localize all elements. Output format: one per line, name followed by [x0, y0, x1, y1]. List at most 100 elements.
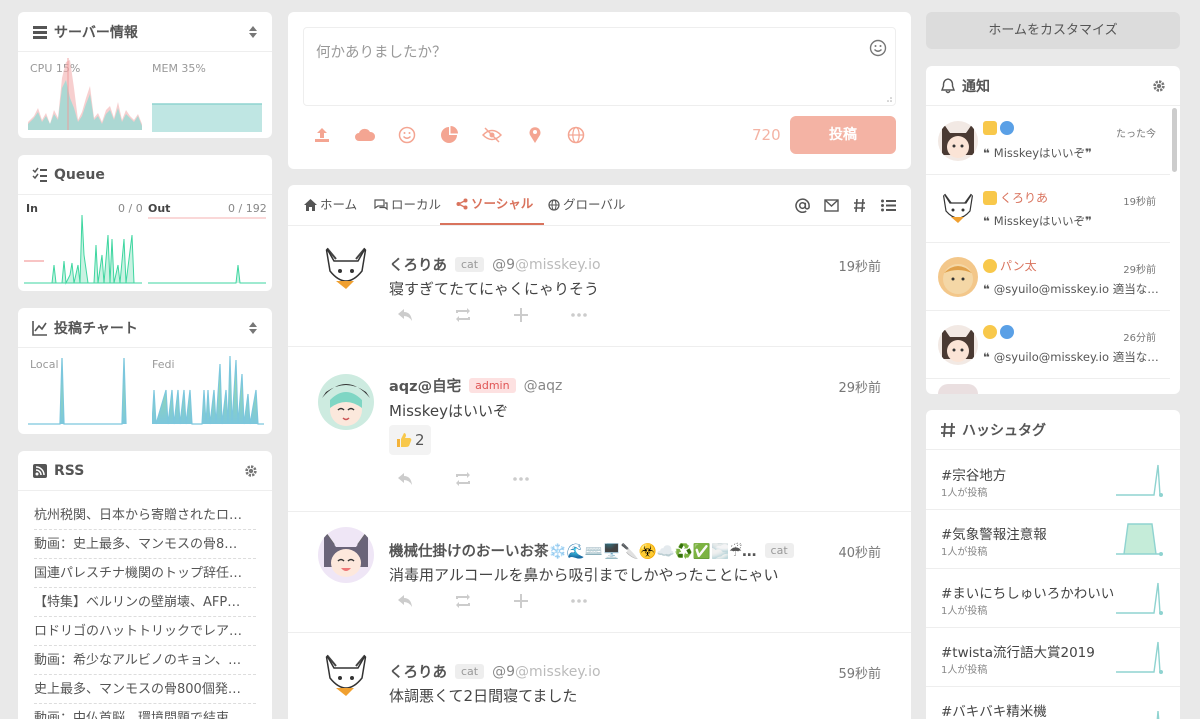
globe-icon[interactable] [567, 126, 585, 144]
hashtag-row[interactable]: #気象警報注意報 1人が投稿 [926, 510, 1180, 569]
avatar[interactable] [318, 374, 374, 430]
tab-local[interactable]: ローカル [374, 185, 441, 225]
hashtag-name[interactable]: #気象警報注意報 [941, 523, 1047, 543]
tab-label: グローバル [563, 197, 626, 212]
hashtag-row[interactable]: #まいにちしゅいろかわいい 1人が投稿 [926, 569, 1180, 628]
reply-icon[interactable] [396, 306, 414, 324]
envelope-icon[interactable] [824, 199, 839, 212]
notification-text: ❝ @syuilo@misskey.io 適当なR… [983, 282, 1165, 296]
hashtag-count: 1人が投稿 [941, 547, 988, 558]
note-username[interactable]: @9@misskey.io [492, 664, 600, 680]
note-author-name[interactable]: くろりあ [389, 661, 447, 682]
note[interactable]: 機械仕掛けのおーいお茶❄️🌊⌨️🖥️🔪☣️☁️♻️✅🌫️☔… cat 40秒前 … [288, 512, 911, 633]
note[interactable]: くろりあ cat @9@misskey.io 59秒前 体調悪くて2日間寝てまし… [288, 633, 911, 719]
note-username[interactable]: @aqz [524, 378, 563, 394]
notification-user[interactable]: くろりあ [1000, 189, 1048, 206]
widget-header: RSS [18, 451, 272, 491]
rss-item[interactable]: 動画：希少なアルビノのキョン、… [34, 646, 256, 675]
fedi-posts-chart [152, 355, 264, 425]
note-time[interactable]: 59秒前 [838, 663, 881, 682]
widget-header: ハッシュタグ [926, 410, 1180, 450]
notification-item[interactable]: パン太 29秒前 ❝ @syuilo@misskey.io 適当なR… [926, 243, 1170, 311]
renote-icon[interactable] [454, 470, 472, 488]
notification-user[interactable]: パン太 [1000, 257, 1037, 274]
mention-icon[interactable] [795, 198, 810, 213]
hashtag-row[interactable]: #twista流行語大賞2019 1人が投稿 [926, 628, 1180, 687]
rss-icon [33, 463, 47, 478]
note-time[interactable]: 29秒前 [838, 377, 881, 396]
hashtag-name[interactable]: #まいにちしゅいろかわいい [941, 582, 1114, 602]
notification-item[interactable]: くろりあ 19秒前 ❝ Misskeyはいいぞ❞ [926, 175, 1170, 243]
hashtag-row[interactable]: #バキバキ精米機 [926, 687, 1180, 719]
avatar[interactable] [938, 189, 978, 229]
more-icon[interactable] [570, 306, 588, 324]
hashtag-icon[interactable] [853, 198, 866, 213]
gear-icon[interactable] [1152, 79, 1166, 93]
hide-eye-icon[interactable] [482, 126, 502, 144]
customize-home-button[interactable]: ホームをカスタマイズ [926, 12, 1180, 49]
rss-item[interactable]: 杭州税関、日本から寄贈されたロ… [34, 501, 256, 530]
more-icon[interactable] [512, 470, 530, 488]
widget-header: 通知 [926, 66, 1180, 106]
rss-item[interactable]: 動画：中仏首脳、環境問題で結束… [34, 704, 256, 719]
hashtag-row[interactable]: #宗谷地方 1人が投稿 [926, 451, 1180, 510]
note[interactable]: aqz@自宅 admin @aqz 29秒前 Misskeyはいいぞ 2 [288, 347, 911, 512]
hashtag-sparkline [1156, 710, 1160, 719]
emoji-icon[interactable] [398, 126, 416, 144]
location-icon[interactable] [528, 126, 542, 144]
rss-item[interactable]: ロドリゴのハットトリックでレア… [34, 617, 256, 646]
notification-time: たった今 [1116, 129, 1156, 140]
sort-icon[interactable] [248, 321, 258, 335]
rss-item[interactable]: 動画：史上最多、マンモスの骨8… [34, 530, 256, 559]
note-author-name[interactable]: 機械仕掛けのおーいお茶❄️🌊⌨️🖥️🔪☣️☁️♻️✅🌫️☔… [389, 540, 757, 561]
reply-icon[interactable] [396, 592, 414, 610]
notification-item[interactable]: 26分前 ❝ @syuilo@misskey.io 適当なR… [926, 311, 1170, 379]
renote-icon[interactable] [454, 306, 472, 324]
post-textarea[interactable]: 何かありましたか？ [303, 27, 896, 106]
note-author-name[interactable]: くろりあ [389, 254, 447, 275]
post-button[interactable]: 投稿 [790, 116, 896, 154]
note-username[interactable]: @9@misskey.io [492, 257, 600, 273]
tab-label: ソーシャル [471, 196, 534, 211]
hashtag-name[interactable]: #宗谷地方 [941, 464, 1006, 484]
note-author-name[interactable]: aqz@自宅 [389, 375, 461, 396]
globe-icon [548, 199, 560, 211]
gear-icon[interactable] [244, 464, 258, 478]
timeline: ホーム ローカル ソーシャル グローバル くろりあ cat @9@misskey… [288, 185, 911, 719]
cloud-icon[interactable] [354, 126, 376, 144]
tab-home[interactable]: ホーム [304, 185, 357, 225]
note[interactable]: くろりあ cat @9@misskey.io 19秒前 寝すぎてたてにゃくにゃり… [288, 226, 911, 347]
share-icon [456, 198, 468, 210]
avatar[interactable] [318, 241, 374, 297]
notification-item[interactable]: たった今 ❝ Misskeyはいいぞ❞ [926, 107, 1170, 175]
rss-item[interactable]: 史上最多、マンモスの骨800個発… [34, 675, 256, 704]
sort-icon[interactable] [248, 25, 258, 39]
more-icon[interactable] [570, 592, 588, 610]
resize-handle-icon[interactable] [885, 95, 893, 103]
avatar[interactable] [318, 527, 374, 583]
cat-badge: cat [455, 257, 485, 272]
avatar[interactable] [318, 648, 374, 704]
note-time[interactable]: 40秒前 [838, 542, 881, 561]
avatar[interactable] [938, 121, 978, 161]
emoji-picker-icon[interactable] [869, 39, 887, 57]
tab-global[interactable]: グローバル [548, 185, 625, 225]
rss-item[interactable]: 【特集】ベルリンの壁崩壊、AFP… [34, 588, 256, 617]
note-actions [396, 306, 588, 324]
add-reaction-icon[interactable] [512, 592, 530, 610]
avatar[interactable] [938, 257, 978, 297]
add-reaction-icon[interactable] [512, 306, 530, 324]
renote-icon[interactable] [454, 592, 472, 610]
list-icon[interactable] [881, 199, 896, 212]
poll-icon[interactable] [440, 126, 458, 144]
hashtag-name[interactable]: #バキバキ精米機 [941, 700, 1047, 719]
hashtag-name[interactable]: #twista流行語大賞2019 [941, 641, 1095, 661]
upload-icon[interactable] [313, 126, 331, 144]
avatar[interactable] [938, 325, 978, 365]
rss-item[interactable]: 国連パレスチナ機関のトップ辞任… [34, 559, 256, 588]
reaction-thumbsup[interactable]: 2 [389, 425, 431, 455]
scrollbar[interactable] [1172, 108, 1177, 172]
note-time[interactable]: 19秒前 [838, 256, 881, 275]
tab-social[interactable]: ソーシャル [440, 185, 544, 225]
reply-icon[interactable] [396, 470, 414, 488]
